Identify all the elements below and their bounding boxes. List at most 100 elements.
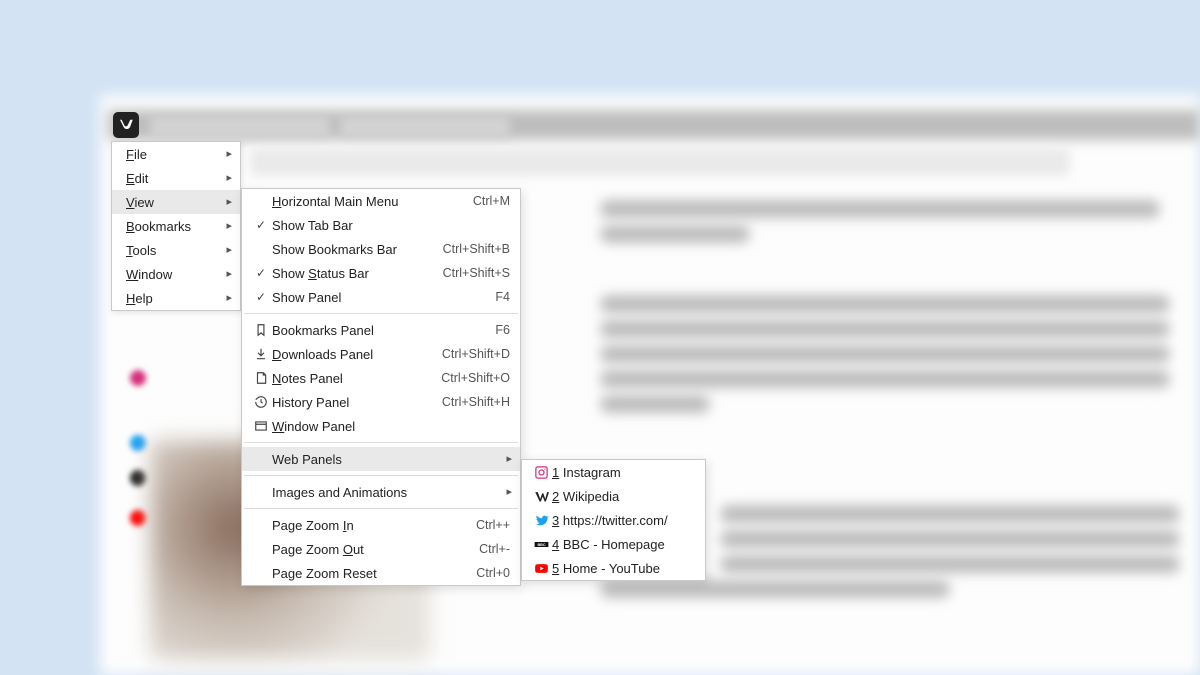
main-menu-item-edit[interactable]: Edit▸ [112, 166, 240, 190]
web-panel-item[interactable]: 1 Instagram [522, 460, 705, 484]
shortcut-label: Ctrl+Shift+D [432, 347, 510, 361]
menu-label: Page Zoom Out [272, 542, 469, 557]
tab-blur [150, 116, 330, 138]
window-icon [250, 419, 272, 433]
view-submenu: Horizontal Main MenuCtrl+M Show Tab Bar Sh… [241, 188, 521, 586]
text-blur [600, 345, 1170, 363]
view-menu-item[interactable]: Show Status BarCtrl+Shift+S [242, 261, 520, 285]
view-menu-item[interactable]: Show Bookmarks BarCtrl+Shift+B [242, 237, 520, 261]
menu-label: Show Tab Bar [272, 218, 510, 233]
main-menu-item-tools[interactable]: Tools▸ [112, 238, 240, 262]
menu-label: View [126, 195, 232, 210]
text-blur [600, 295, 1170, 313]
instagram-icon [530, 465, 552, 480]
chevron-right-icon: ▸ [226, 147, 232, 160]
side-icon-blur [130, 370, 146, 386]
side-icon-blur [130, 510, 146, 526]
menu-label: 5 Home - YouTube [552, 561, 695, 576]
text-blur [600, 320, 1170, 338]
menu-label: Images and Animations [272, 485, 510, 500]
main-menu-item-bookmarks[interactable]: Bookmarks▸ [112, 214, 240, 238]
menu-separator [244, 442, 518, 443]
menu-label: Window [126, 267, 232, 282]
view-menu-item[interactable]: Show PanelF4 [242, 285, 520, 309]
shortcut-label: Ctrl++ [466, 518, 510, 532]
main-menu-item-help[interactable]: Help▸ [112, 286, 240, 310]
bbc-icon: BBC [530, 537, 552, 552]
text-blur [600, 200, 1160, 218]
shortcut-label: Ctrl+Shift+O [431, 371, 510, 385]
checkmark-icon [250, 218, 272, 232]
menu-label: Show Panel [272, 290, 485, 305]
menu-separator [244, 475, 518, 476]
view-menu-item[interactable]: Images and Animations▸ [242, 480, 520, 504]
chevron-right-icon: ▸ [226, 171, 232, 184]
menu-label: 3 https://twitter.com/ [552, 513, 695, 528]
note-icon [250, 371, 272, 385]
view-menu-item[interactable]: Page Zoom OutCtrl+- [242, 537, 520, 561]
menu-label: History Panel [272, 395, 432, 410]
side-icon-blur [130, 435, 146, 451]
view-menu-item[interactable]: Page Zoom ResetCtrl+0 [242, 561, 520, 585]
menu-label: Edit [126, 171, 232, 186]
chevron-right-icon: ▸ [226, 291, 232, 304]
menu-label: Window Panel [272, 419, 510, 434]
youtube-icon [530, 561, 552, 576]
menu-label: 4 BBC - Homepage [552, 537, 695, 552]
download-icon [250, 347, 272, 361]
text-blur [600, 395, 710, 413]
text-blur [720, 555, 1180, 573]
view-menu-item[interactable]: History PanelCtrl+Shift+H [242, 390, 520, 414]
view-menu-item[interactable]: Downloads PanelCtrl+Shift+D [242, 342, 520, 366]
view-menu-item[interactable]: Window Panel [242, 414, 520, 438]
chevron-right-icon: ▸ [506, 452, 512, 465]
menu-label: Bookmarks Panel [272, 323, 485, 338]
view-menu-item[interactable]: Notes PanelCtrl+Shift+O [242, 366, 520, 390]
web-panel-item[interactable]: 3 https://twitter.com/ [522, 508, 705, 532]
menu-label: Horizontal Main Menu [272, 194, 463, 209]
wikipedia-icon [530, 489, 552, 504]
main-menu-item-view[interactable]: View▸ [112, 190, 240, 214]
web-panels-submenu: 1 Instagram2 Wikipedia 3 https://twitter.… [521, 459, 706, 581]
menu-label: File [126, 147, 232, 162]
side-icon-blur [130, 470, 146, 486]
menu-label: Downloads Panel [272, 347, 432, 362]
main-menu-item-window[interactable]: Window▸ [112, 262, 240, 286]
web-panel-item[interactable]: 5 Home - YouTube [522, 556, 705, 580]
chevron-right-icon: ▸ [226, 195, 232, 208]
menu-label: Web Panels [272, 452, 510, 467]
menu-label: Page Zoom Reset [272, 566, 466, 581]
shortcut-label: Ctrl+Shift+S [433, 266, 510, 280]
view-menu-item[interactable]: Page Zoom InCtrl++ [242, 513, 520, 537]
menu-label: Show Bookmarks Bar [272, 242, 433, 257]
vivaldi-menu-button[interactable] [113, 112, 139, 138]
chevron-right-icon: ▸ [226, 267, 232, 280]
view-menu-item[interactable]: Show Tab Bar [242, 213, 520, 237]
checkmark-icon [250, 266, 272, 280]
shortcut-label: F6 [485, 323, 510, 337]
view-menu-item[interactable]: Web Panels▸ [242, 447, 520, 471]
text-blur [600, 580, 950, 598]
menu-label: Bookmarks [126, 219, 232, 234]
menu-separator [244, 508, 518, 509]
history-icon [250, 395, 272, 409]
checkmark-icon [250, 290, 272, 304]
view-menu-item[interactable]: Horizontal Main MenuCtrl+M [242, 189, 520, 213]
shortcut-label: Ctrl+Shift+H [432, 395, 510, 409]
view-menu-item[interactable]: Bookmarks PanelF6 [242, 318, 520, 342]
web-panel-item[interactable]: 2 Wikipedia [522, 484, 705, 508]
shortcut-label: Ctrl+Shift+B [433, 242, 510, 256]
menu-separator [244, 313, 518, 314]
menu-label: Page Zoom In [272, 518, 466, 533]
tab-blur [340, 116, 510, 138]
chevron-right-icon: ▸ [226, 243, 232, 256]
text-blur [600, 225, 750, 243]
svg-text:BBC: BBC [537, 543, 545, 547]
vivaldi-icon [117, 116, 135, 134]
shortcut-label: Ctrl+M [463, 194, 510, 208]
menu-label: Help [126, 291, 232, 306]
chevron-right-icon: ▸ [226, 219, 232, 232]
twitter-icon [530, 513, 552, 528]
web-panel-item[interactable]: BBC 4 BBC - Homepage [522, 532, 705, 556]
main-menu-item-file[interactable]: File▸ [112, 142, 240, 166]
